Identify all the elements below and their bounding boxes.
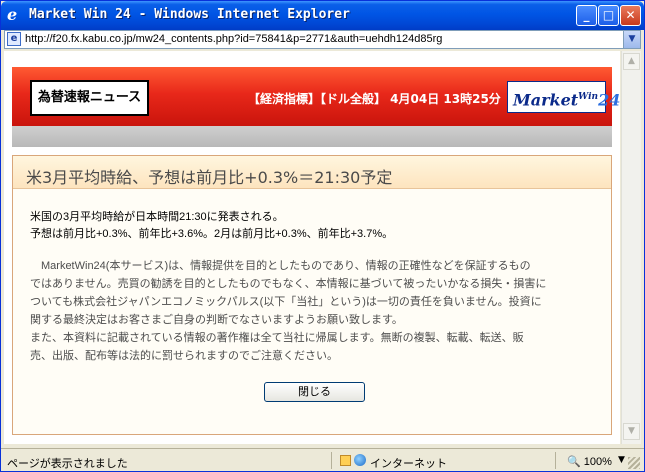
- address-bar[interactable]: e http://f20.fx.kabu.co.jp/mw24_contents…: [4, 30, 641, 49]
- article-body-line: 予想は前月比+0.3%、前年比+3.6%。2月は前月比+0.3%、前年比+3.7…: [30, 228, 394, 240]
- article-body-line: 米国の3月平均時給が日本時間21:30に発表される。: [30, 211, 284, 223]
- close-window-button[interactable]: ✕: [620, 5, 641, 26]
- scroll-down-arrow-icon[interactable]: ▼: [623, 423, 640, 440]
- disclaimer-line: また、本資料に記載されている情報の著作権は全て当社に帰属します。無断の複製、転載…: [30, 332, 524, 344]
- status-text: ページが表示されました: [7, 458, 128, 470]
- address-dropdown-button[interactable]: ▼: [623, 31, 640, 48]
- status-bar: ページが表示されました インターネット 🔍 100% ▼: [1, 448, 644, 471]
- page-icon: e: [7, 32, 21, 46]
- zoom-dropdown-icon[interactable]: ▼: [618, 455, 625, 465]
- disclaimer-line: MarketWin24(本サービス)は、情報提供を目的としたものであり、情報の正…: [30, 260, 531, 272]
- vertical-scrollbar[interactable]: ▲ ▼: [621, 51, 641, 444]
- ie-logo-icon: e: [7, 5, 18, 24]
- window-title: Market Win 24 - Windows Internet Explore…: [29, 7, 350, 22]
- logo-text: Market: [513, 90, 579, 110]
- close-button[interactable]: 閉じる: [264, 382, 365, 402]
- zoom-level[interactable]: 🔍 100%: [567, 455, 612, 468]
- disclaimer-line: 売、出版、配布等は法的に罰せられますのでご注意ください。: [30, 350, 338, 362]
- market-win-24-logo: MarketWin24: [507, 81, 620, 113]
- scroll-up-arrow-icon[interactable]: ▲: [623, 53, 640, 70]
- ie-window: e Market Win 24 - Windows Internet Explo…: [0, 0, 645, 472]
- zoom-value: 100%: [583, 456, 612, 468]
- article-title: 米3月平均時給、予想は前月比+0.3%＝21:30予定: [26, 168, 393, 187]
- header-gray-strip: [12, 126, 612, 147]
- resize-grip[interactable]: [628, 457, 640, 469]
- logo-win: Win: [578, 92, 599, 102]
- security-zone-icons[interactable]: [340, 454, 368, 468]
- minimize-button[interactable]: _: [576, 5, 597, 26]
- status-divider: [331, 452, 332, 469]
- protected-mode-icon: [340, 455, 351, 466]
- logo-number: 24: [598, 90, 621, 110]
- disclaimer-line: ではありません。売買の勧誘を目的としたものでもなく、本情報に基づいて被ったいかな…: [30, 278, 547, 290]
- news-category-label: 為替速報ニュース: [30, 80, 149, 116]
- news-info: 【経済指標】【ドル全般】 4月04日 13時25分: [248, 92, 501, 106]
- internet-zone-label[interactable]: インターネット: [370, 455, 447, 471]
- title-bar[interactable]: e Market Win 24 - Windows Internet Explo…: [1, 1, 644, 30]
- address-url[interactable]: http://f20.fx.kabu.co.jp/mw24_contents.p…: [25, 33, 442, 45]
- status-divider: [555, 452, 556, 469]
- maximize-button[interactable]: □: [598, 5, 619, 26]
- disclaimer-line: ついても株式会社ジャパンエコノミックパルス(以下「当社」という)は一切の責任を負…: [30, 296, 542, 308]
- disclaimer-line: 関する最終決定はお客さまご自身の判断でなさいますようお願い致します。: [30, 314, 403, 326]
- globe-icon: [354, 454, 366, 466]
